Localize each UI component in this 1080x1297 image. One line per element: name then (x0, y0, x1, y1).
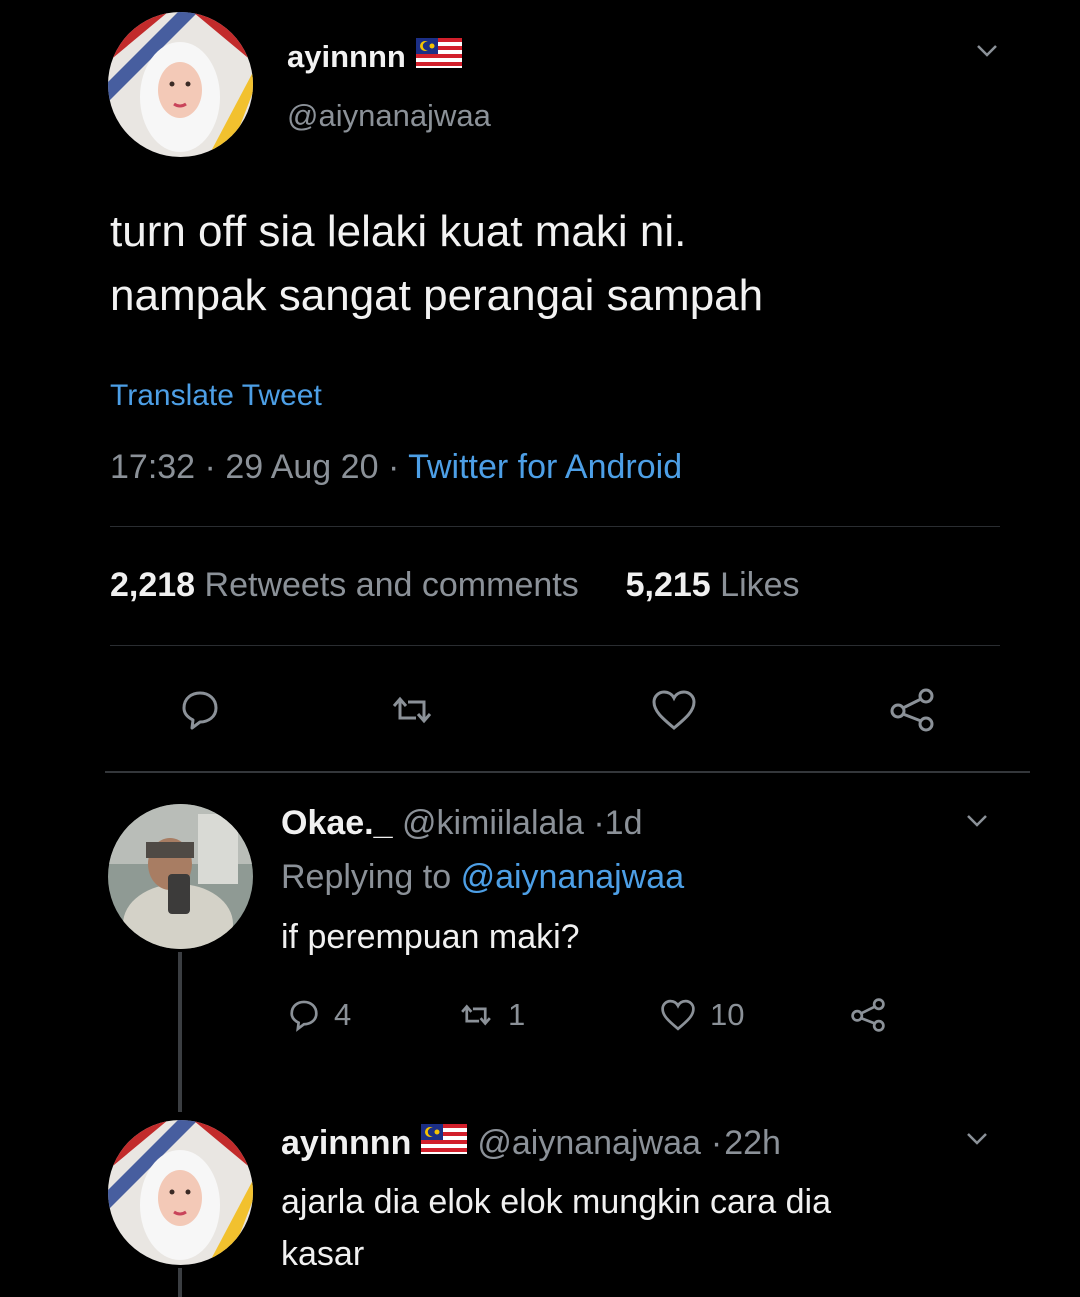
meta-separator: · (387, 448, 409, 486)
reply-avatar[interactable] (108, 804, 253, 949)
tweet-text-line: nampak sangat perangai sampah (110, 271, 764, 320)
chevron-down-icon[interactable] (966, 1132, 988, 1146)
tweet-date: 29 Aug 20 (225, 448, 379, 486)
tweet-time: 17:32 (110, 448, 196, 486)
reply-like-count: 10 (710, 997, 745, 1032)
thread-line (178, 1268, 182, 1297)
reply-retweet-action[interactable]: 1 (454, 995, 525, 1035)
comment-icon (290, 1000, 318, 1032)
comment-icon[interactable] (174, 684, 226, 736)
likes-label: Likes (720, 566, 800, 604)
main-display-name-text[interactable]: ayinnnn (287, 39, 406, 75)
reply-display-name[interactable]: Okae._ (281, 804, 393, 842)
meta-separator: · (593, 804, 605, 842)
retweets-count: 2,218 (110, 566, 196, 604)
reply-avatar[interactable] (108, 1120, 253, 1265)
heart-icon (661, 999, 695, 1031)
reply-handle[interactable]: @aiynanajwaa (477, 1124, 701, 1163)
share-icon[interactable] (886, 684, 938, 736)
malaysia-flag-icon (421, 1124, 468, 1163)
reply-text: if perempuan maki? (281, 918, 580, 956)
reply-text-line: kasar (281, 1235, 365, 1273)
thread-line (178, 952, 182, 1112)
translate-tweet-link[interactable]: Translate Tweet (110, 379, 322, 413)
reply-header: Okae._ @kimiilalala ·1d (281, 804, 642, 843)
main-display-name[interactable]: ayinnnn (287, 38, 462, 76)
main-avatar[interactable] (108, 12, 253, 157)
replying-to: Replying to @aiynanajwaa (281, 858, 684, 897)
retweet-icon[interactable] (386, 684, 438, 736)
share-icon[interactable] (846, 995, 890, 1035)
reply-display-name[interactable]: ayinnnn (281, 1124, 411, 1163)
reply-like-action[interactable]: 10 (656, 995, 744, 1035)
tweet-text-line: turn off sia lelaki kuat maki ni. (110, 207, 687, 256)
chevron-down-icon[interactable] (966, 814, 988, 828)
retweet-icon (461, 1004, 491, 1026)
reply-age: 22h (724, 1124, 781, 1162)
reply-comment-count: 4 (334, 997, 352, 1032)
replying-prefix: Replying to (281, 858, 452, 896)
divider (110, 645, 1000, 646)
retweets-stat[interactable]: 2,218 Retweets and comments (110, 566, 579, 604)
main-handle[interactable]: @aiynanajwaa (287, 98, 491, 134)
meta-separator: · (204, 448, 226, 486)
divider (110, 526, 1000, 527)
reply-age: 1d (604, 804, 643, 842)
heart-icon[interactable] (648, 684, 700, 736)
chevron-down-icon[interactable] (976, 44, 998, 58)
retweets-label: Retweets and comments (204, 566, 579, 604)
reply-text-line: ajarla dia elok elok mungkin cara dia (281, 1183, 831, 1221)
reply-handle[interactable]: @kimiilalala (402, 804, 584, 842)
tweet-meta: 17:32 · 29 Aug 20 · Twitter for Android (110, 448, 682, 487)
tweet-source-link[interactable]: Twitter for Android (408, 448, 682, 486)
likes-stat[interactable]: 5,215 Likes (626, 566, 800, 604)
reply-comment-action[interactable]: 4 (284, 995, 351, 1035)
meta-separator: · (710, 1124, 723, 1162)
likes-count: 5,215 (625, 566, 711, 604)
malaysia-flag-icon (415, 38, 462, 76)
thread-divider (105, 771, 1030, 773)
reply-text: ajarla dia elok elok mungkin cara dia ka… (281, 1176, 831, 1280)
replying-to-link[interactable]: @aiynanajwaa (461, 858, 685, 896)
tweet-stats: 2,218 Retweets and comments 5,215 Likes (110, 566, 800, 605)
reply-retweet-count: 1 (508, 997, 526, 1032)
reply-header: ayinnnn @aiynanajwaa · 22h (281, 1124, 781, 1163)
tweet-text: turn off sia lelaki kuat maki ni. nampak… (110, 200, 1010, 328)
